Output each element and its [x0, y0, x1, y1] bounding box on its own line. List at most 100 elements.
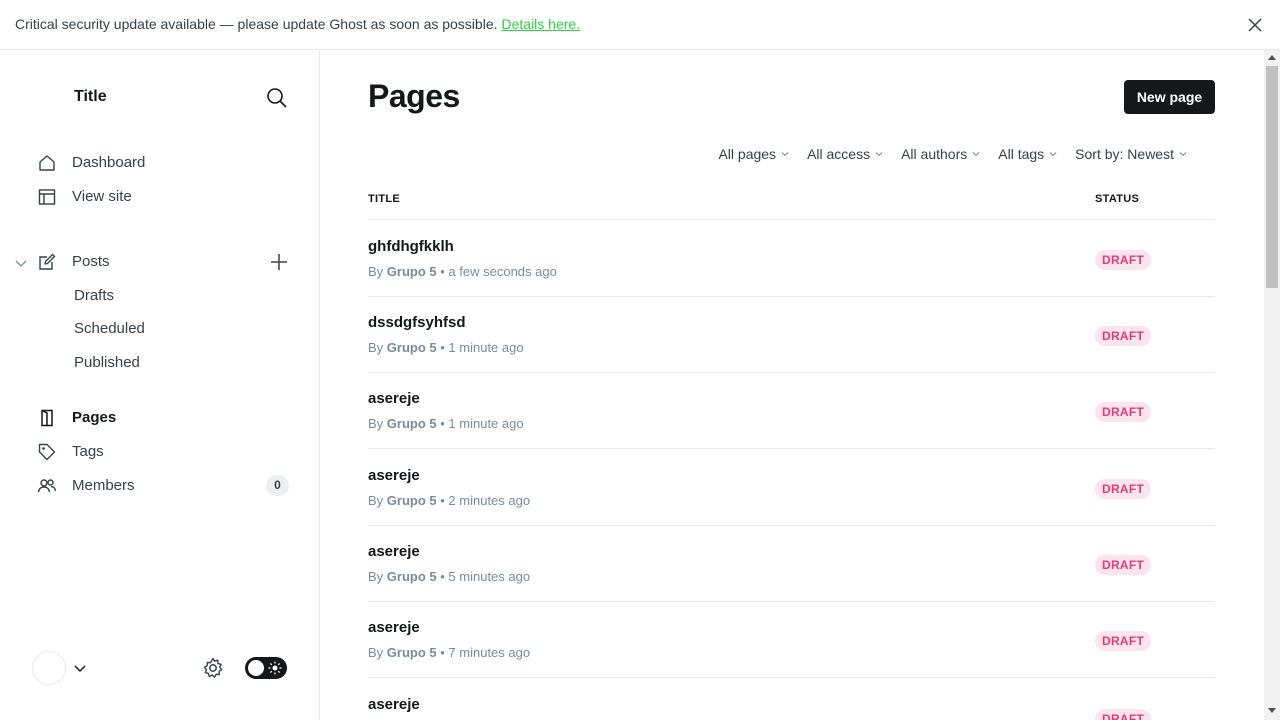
sort-dropdown[interactable]: Sort by: Newest [1066, 146, 1196, 162]
filter-tags-dropdown[interactable]: All tags [989, 146, 1066, 162]
tag-icon [38, 443, 56, 461]
meta-by: By [368, 569, 384, 584]
table-row[interactable]: asereje By Grupo 5 • 2 minutes ago DRAFT [368, 449, 1215, 526]
column-header-title: TITLE [368, 193, 401, 205]
page-title-cell: ghfdhgfkklh [368, 238, 454, 255]
sidebar-item-tags[interactable]: Tags [0, 437, 320, 467]
filter-label: Sort by: Newest [1075, 146, 1174, 162]
status-badge: DRAFT [1095, 631, 1152, 651]
sidebar-item-label: Dashboard [72, 154, 146, 171]
theme-toggle[interactable] [245, 657, 287, 679]
scrollbar[interactable] [1264, 50, 1280, 720]
status-badge: DRAFT [1095, 479, 1152, 499]
meta-time: • a few seconds ago [440, 264, 557, 279]
sun-icon [268, 661, 282, 675]
status-badge: DRAFT [1095, 555, 1152, 575]
chevron-down-icon [1049, 152, 1057, 157]
sidebar-item-published[interactable]: Published [74, 354, 140, 371]
sidebar: Title Dashboard View site Posts Drafts S… [0, 50, 320, 720]
status-badge: DRAFT [1095, 709, 1152, 720]
banner-details-link[interactable]: Details here. [502, 16, 581, 32]
sidebar-item-dashboard[interactable]: Dashboard [0, 148, 320, 178]
table-row[interactable]: asereje By Grupo 5 • 5 minutes ago DRAFT [368, 525, 1215, 602]
sidebar-item-scheduled[interactable]: Scheduled [74, 320, 145, 337]
table-row[interactable]: ghfdhgfkklh By Grupo 5 • a few seconds a… [368, 220, 1215, 297]
page-meta: By Grupo 5 • 7 minutes ago [368, 645, 530, 660]
page-title-cell: dssdgfsyhfsd [368, 314, 466, 331]
sidebar-item-pages[interactable]: Pages [0, 403, 320, 433]
edit-icon [39, 253, 56, 270]
filter-label: All tags [998, 146, 1045, 162]
meta-author: Grupo 5 [386, 416, 437, 431]
meta-by: By [368, 493, 384, 508]
status-badge: DRAFT [1095, 326, 1152, 346]
sidebar-item-drafts[interactable]: Drafts [74, 287, 114, 304]
chevron-down-icon [1179, 152, 1187, 157]
page-title-cell: asereje [368, 619, 420, 636]
status-badge: DRAFT [1095, 250, 1152, 270]
table-row[interactable]: asereje By Grupo 5 • 1 minute ago DRAFT [368, 372, 1215, 449]
page-meta: By Grupo 5 • 5 minutes ago [368, 569, 530, 584]
meta-by: By [368, 416, 384, 431]
filter-type-dropdown[interactable]: All pages [709, 146, 798, 162]
page-meta: By Grupo 5 • 1 minute ago [368, 416, 524, 431]
meta-time: • 7 minutes ago [440, 645, 531, 660]
filter-label: All authors [901, 146, 968, 162]
sidebar-item-members[interactable]: Members 0 [0, 471, 320, 501]
home-icon [39, 155, 55, 171]
banner-message: Critical security update available — ple… [15, 16, 580, 32]
meta-time: • 1 minute ago [440, 416, 524, 431]
status-badge: DRAFT [1095, 402, 1152, 422]
chevron-down-icon[interactable] [73, 661, 87, 675]
page-icon [41, 409, 53, 427]
scrollbar-thumb[interactable] [1266, 66, 1278, 288]
page-title-cell: asereje [368, 543, 420, 560]
table-row[interactable]: asereje By Grupo 5 • 7 minutes ago DRAFT [368, 601, 1215, 678]
new-page-button[interactable]: New page [1124, 80, 1215, 114]
chevron-down-icon [875, 152, 883, 157]
gear-icon[interactable] [201, 656, 225, 680]
avatar[interactable] [32, 651, 66, 685]
scroll-up-arrow-icon[interactable] [1268, 54, 1276, 60]
page-meta: By Grupo 5 • 1 minute ago [368, 340, 524, 355]
page-title-cell: asereje [368, 390, 420, 407]
filter-label: All pages [718, 146, 777, 162]
table-row[interactable]: asereje DRAFT [368, 678, 1215, 720]
filter-bar: All pages All access All authors All tag… [709, 146, 1196, 162]
members-icon [37, 479, 57, 493]
meta-author: Grupo 5 [386, 493, 437, 508]
page-title: Pages [368, 78, 460, 114]
layout-icon [38, 189, 56, 205]
sidebar-item-label: View site [72, 188, 132, 205]
meta-by: By [368, 264, 384, 279]
page-meta: By Grupo 5 • a few seconds ago [368, 264, 557, 279]
page-title-cell: asereje [368, 696, 420, 713]
meta-author: Grupo 5 [386, 645, 437, 660]
plus-icon[interactable] [268, 251, 290, 273]
close-icon[interactable] [1245, 15, 1265, 35]
page-meta: By Grupo 5 • 2 minutes ago [368, 493, 530, 508]
meta-time: • 2 minutes ago [440, 493, 531, 508]
column-header-status: STATUS [1095, 193, 1140, 205]
table-row[interactable]: dssdgfsyhfsd By Grupo 5 • 1 minute ago D… [368, 296, 1215, 373]
main-content: Pages New page All pages All access All … [320, 50, 1264, 720]
meta-author: Grupo 5 [386, 340, 437, 355]
meta-by: By [368, 340, 384, 355]
meta-by: By [368, 645, 384, 660]
chevron-down-icon[interactable] [14, 256, 28, 270]
chevron-down-icon [781, 152, 789, 157]
page-title-cell: asereje [368, 467, 420, 484]
members-count-badge: 0 [266, 475, 289, 496]
sidebar-item-posts[interactable]: Posts [0, 247, 320, 277]
meta-author: Grupo 5 [386, 569, 437, 584]
sidebar-item-view-site[interactable]: View site [0, 182, 320, 212]
security-update-banner: Critical security update available — ple… [0, 0, 1280, 50]
site-title: Title [74, 88, 107, 105]
search-icon[interactable] [264, 85, 290, 111]
banner-text: Critical security update available — ple… [15, 16, 498, 32]
scroll-down-arrow-icon[interactable] [1268, 708, 1276, 714]
sidebar-item-label: Tags [72, 443, 104, 460]
sidebar-item-label: Pages [72, 409, 117, 426]
filter-authors-dropdown[interactable]: All authors [892, 146, 989, 162]
filter-access-dropdown[interactable]: All access [798, 146, 892, 162]
